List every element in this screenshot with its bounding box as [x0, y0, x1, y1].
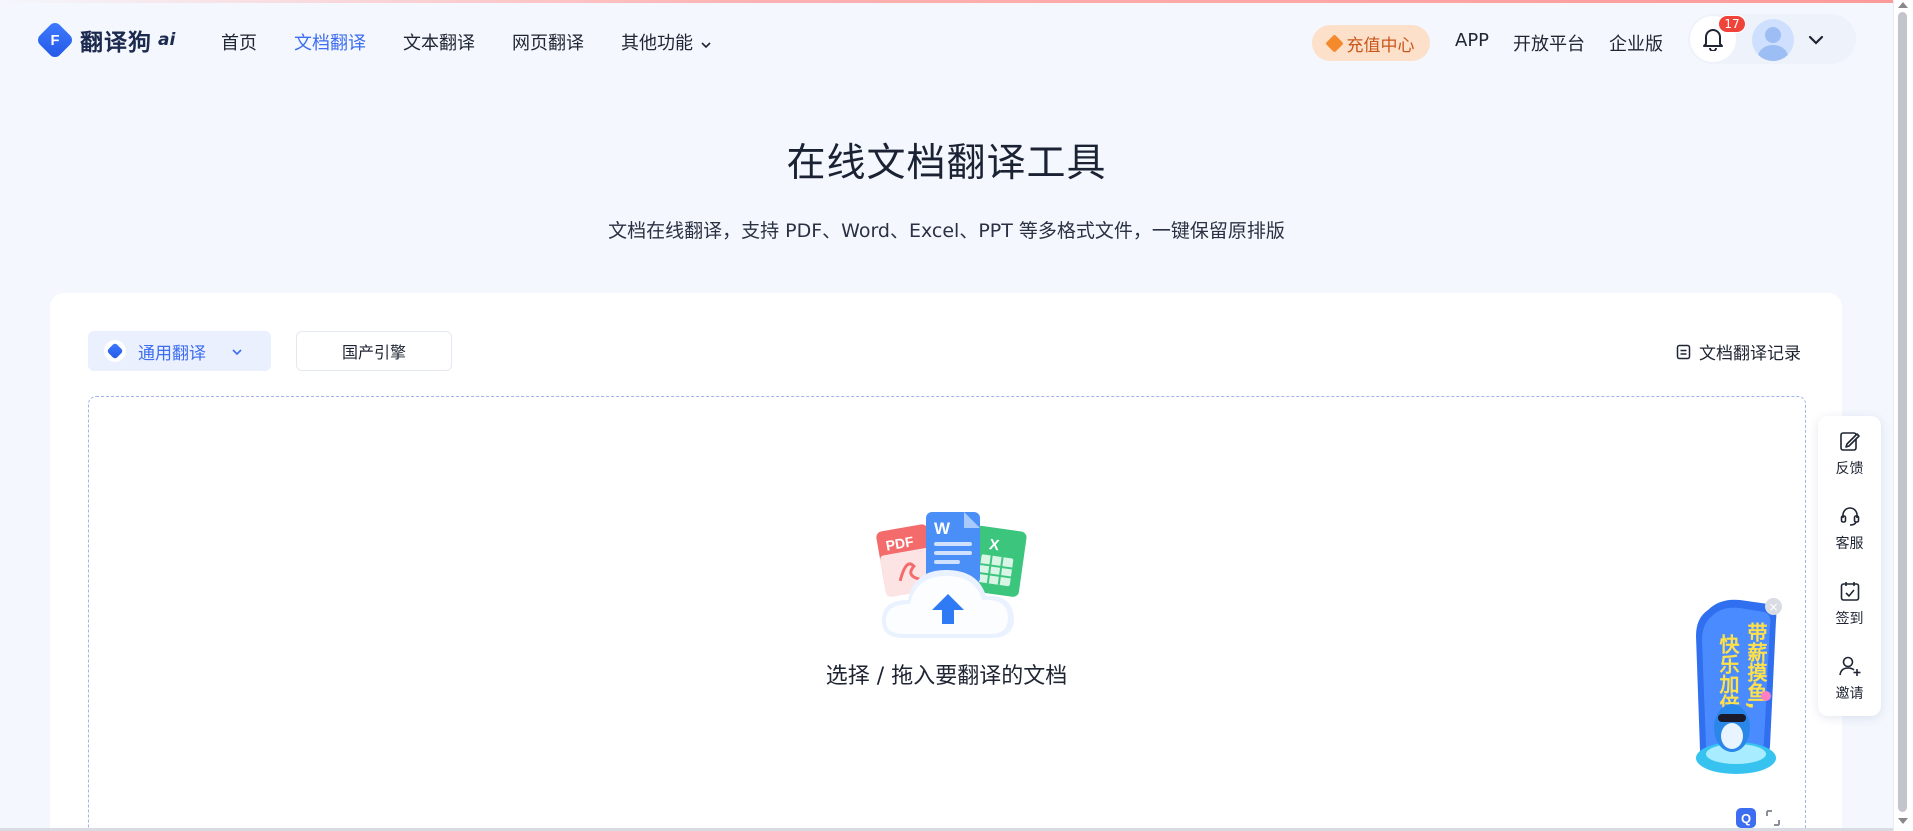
nav-item-document-translate[interactable]: 文档翻译	[294, 29, 366, 55]
chevron-down-icon	[232, 341, 242, 361]
nav-item-other-features[interactable]: 其他功能	[621, 29, 711, 55]
side-item-customer-service[interactable]: 客服	[1818, 505, 1881, 553]
domestic-engine-button[interactable]: 国产引擎	[296, 331, 452, 371]
feedback-icon	[1839, 432, 1860, 451]
nav-item-web-translate[interactable]: 网页翻译	[512, 29, 584, 55]
header-link-open-platform[interactable]: 开放平台	[1513, 30, 1585, 56]
page-subtitle: 文档在线翻译，支持 PDF、Word、Excel、PPT 等多格式文件，一键保留…	[608, 220, 1285, 242]
nav-item-text-translate[interactable]: 文本翻译	[403, 29, 475, 55]
scroll-down-arrow-icon[interactable]	[1898, 818, 1908, 824]
header: F 翻译狗 ai 首页 文档翻译 文本翻译 网页翻译 其他功能 充值中心 APP…	[0, 3, 1893, 75]
promo-close-icon[interactable]: ×	[1765, 598, 1782, 615]
brand-ai-mark: ai	[158, 30, 176, 50]
header-links: APP 开放平台 企业版	[1455, 30, 1663, 56]
document-list-icon	[1676, 344, 1691, 359]
side-item-customer-service-label: 客服	[1835, 536, 1864, 552]
page-title: 在线文档翻译工具	[786, 141, 1107, 186]
notification-badge: 17	[1718, 15, 1746, 33]
side-item-feedback[interactable]: 反馈	[1818, 430, 1881, 478]
calendar-check-icon	[1840, 582, 1859, 601]
recharge-center-label: 充值中心	[1346, 35, 1415, 56]
nav-item-home[interactable]: 首页	[221, 29, 257, 55]
headset-icon	[1840, 507, 1859, 526]
main-nav: 首页 文档翻译 文本翻译 网页翻译 其他功能	[221, 29, 711, 55]
expand-icon[interactable]	[1764, 808, 1782, 828]
avatar-head	[1765, 27, 1781, 43]
mini-widgets: Q	[1736, 808, 1782, 828]
chevron-down-icon	[701, 38, 711, 52]
recharge-center-button[interactable]: 充值中心	[1312, 25, 1430, 61]
q-widget-icon[interactable]: Q	[1736, 808, 1756, 828]
side-item-check-in-label: 签到	[1835, 611, 1864, 627]
header-link-app[interactable]: APP	[1455, 30, 1489, 56]
avatar-body	[1758, 45, 1788, 61]
side-item-feedback-label: 反馈	[1835, 461, 1864, 477]
diamond-icon	[1324, 33, 1344, 53]
word-badge: W	[934, 519, 951, 538]
engine-logo-icon	[104, 340, 126, 362]
avatar[interactable]	[1752, 19, 1794, 61]
user-menu-chevron-down-icon[interactable]	[1808, 30, 1824, 49]
nav-item-other-features-label: 其他功能	[621, 33, 693, 54]
logo[interactable]: F 翻译狗 ai	[35, 20, 176, 60]
logo-mark-icon: F	[35, 20, 75, 60]
translation-record-link[interactable]: 文档翻译记录	[1676, 339, 1801, 364]
promo-banner[interactable]: 带薪摸鱼, 快乐加倍	[1690, 596, 1782, 786]
engine-select-label: 通用翻译	[138, 343, 206, 364]
side-item-check-in[interactable]: 签到	[1818, 580, 1881, 628]
side-item-invite-label: 邀请	[1835, 686, 1864, 702]
side-item-invite[interactable]: 邀请	[1818, 655, 1881, 703]
translation-record-label: 文档翻译记录	[1699, 344, 1801, 364]
dropzone-label: 选择 / 拖入要翻译的文档	[825, 664, 1068, 689]
scrollbar-thumb[interactable]	[1898, 12, 1907, 812]
header-link-enterprise[interactable]: 企业版	[1609, 30, 1663, 56]
promo-text-line2: 快乐加倍	[1716, 633, 1740, 715]
user-add-icon	[1838, 656, 1860, 676]
side-toolbar: 反馈 客服 签到 邀请	[1818, 416, 1881, 716]
upload-documents-icon[interactable]: PDF X W	[874, 508, 1030, 644]
scroll-up-arrow-icon[interactable]	[1898, 2, 1908, 8]
brand-name: 翻译狗	[80, 30, 152, 56]
engine-select[interactable]: 通用翻译	[88, 331, 271, 371]
